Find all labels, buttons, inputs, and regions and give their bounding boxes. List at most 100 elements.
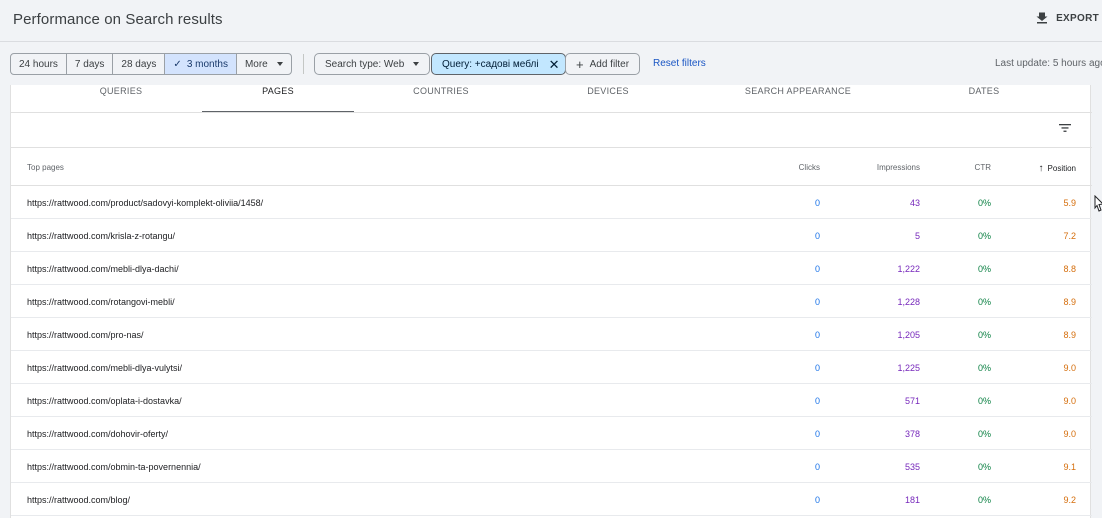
search-type-chip[interactable]: Search type: Web: [314, 53, 431, 75]
query-filter-chip[interactable]: Query: +садові меблі ✕: [431, 53, 567, 75]
reset-filters-link[interactable]: Reset filters: [653, 58, 706, 69]
more-dates-dropdown[interactable]: More: [237, 54, 291, 74]
add-icon: +: [576, 56, 584, 72]
row-position: 9.0: [1063, 363, 1076, 373]
row-position: 8.8: [1063, 264, 1076, 274]
row-clicks: 0: [814, 462, 820, 472]
row-clicks: 0: [814, 495, 820, 505]
row-position: 9.0: [1063, 396, 1076, 406]
last-update-text: Last update: 5 hours ago: [995, 58, 1102, 69]
mouse-cursor-icon: [1094, 195, 1102, 212]
row-url: https://rattwood.com/pro-nas/: [27, 330, 144, 340]
row-url: https://rattwood.com/krisla-z-rotangu/: [27, 231, 176, 241]
table-row[interactable]: https://rattwood.com/blog/ 0 181 0% 9.2: [11, 483, 1092, 516]
row-clicks: 0: [814, 231, 820, 241]
table-row[interactable]: https://rattwood.com/krisla-z-rotangu/ 0…: [11, 219, 1092, 252]
row-ctr: 0%: [977, 396, 991, 406]
row-ctr: 0%: [977, 462, 991, 472]
row-position: 9.1: [1063, 462, 1076, 472]
row-url: https://rattwood.com/blog/: [27, 495, 131, 505]
row-clicks: 0: [814, 297, 820, 307]
export-label: EXPORT: [1056, 12, 1099, 24]
row-ctr: 0%: [977, 297, 991, 307]
close-icon[interactable]: ✕: [549, 58, 560, 71]
column-header-ctr[interactable]: CTR: [975, 163, 991, 172]
row-impressions: 1,222: [897, 264, 920, 274]
column-header-top-pages[interactable]: Top pages: [27, 163, 64, 172]
table-row[interactable]: https://rattwood.com/oplata-i-dostavka/ …: [11, 384, 1092, 417]
column-header-impressions[interactable]: Impressions: [877, 163, 920, 172]
dimension-tabs: QUERIES PAGES COUNTRIES DEVICES SEARCH A…: [11, 85, 1092, 113]
row-impressions: 571: [904, 396, 920, 406]
row-url: https://rattwood.com/mebli-dlya-vulytsi/: [27, 363, 183, 373]
table-filter-row: [11, 113, 1092, 148]
date-range-selector: 24 hours 7 days 28 days ✓ 3 months More: [10, 53, 292, 75]
caret-down-icon: [276, 62, 283, 66]
page-title: Performance on Search results: [13, 11, 223, 28]
caret-down-icon: [413, 62, 420, 66]
row-url: https://rattwood.com/oplata-i-dostavka/: [27, 396, 182, 406]
row-impressions: 5: [914, 231, 920, 241]
row-position: 7.2: [1063, 231, 1076, 241]
row-clicks: 0: [814, 264, 820, 274]
date-range-7-days[interactable]: 7 days: [67, 54, 114, 74]
tab-queries[interactable]: QUERIES: [46, 85, 196, 112]
row-position: 5.9: [1063, 198, 1076, 208]
table-row[interactable]: https://rattwood.com/obmin-ta-povernenni…: [11, 450, 1092, 483]
tab-search-appearance[interactable]: SEARCH APPEARANCE: [723, 85, 873, 112]
column-header-position[interactable]: ↑ Position: [1039, 163, 1076, 174]
row-ctr: 0%: [977, 495, 991, 505]
row-impressions: 43: [909, 198, 920, 208]
row-url: https://rattwood.com/obmin-ta-povernenni…: [27, 462, 201, 472]
table-header: Top pages Clicks Impressions CTR ↑ Positi…: [11, 148, 1092, 186]
filter-bar: 24 hours 7 days 28 days ✓ 3 months More S…: [0, 42, 1102, 84]
row-ctr: 0%: [977, 264, 991, 274]
column-header-clicks[interactable]: Clicks: [799, 163, 820, 172]
row-url: https://rattwood.com/mebli-dlya-dachi/: [27, 264, 179, 274]
row-position: 9.2: [1063, 495, 1076, 505]
table-row[interactable]: https://rattwood.com/mebli-dlya-dachi/ 0…: [11, 252, 1092, 285]
row-position: 8.9: [1063, 297, 1076, 307]
table-row[interactable]: https://rattwood.com/pro-nas/ 0 1,205 0%…: [11, 318, 1092, 351]
row-clicks: 0: [814, 429, 820, 439]
filter-list-icon[interactable]: [1058, 121, 1072, 135]
download-icon: [1036, 12, 1048, 24]
row-impressions: 1,225: [897, 363, 920, 373]
table-row[interactable]: https://rattwood.com/rotangovi-mebli/ 0 …: [11, 285, 1092, 318]
table-row[interactable]: https://rattwood.com/mebli-dlya-vulytsi/…: [11, 351, 1092, 384]
table-row[interactable]: https://rattwood.com/dohovir-oferty/ 0 3…: [11, 417, 1092, 450]
row-url: https://rattwood.com/product/sadovyi-kom…: [27, 198, 264, 208]
row-clicks: 0: [814, 363, 820, 373]
add-filter-button[interactable]: + Add filter: [565, 53, 641, 75]
tab-countries[interactable]: COUNTRIES: [366, 85, 516, 112]
row-clicks: 0: [814, 198, 820, 208]
row-ctr: 0%: [977, 330, 991, 340]
row-impressions: 1,205: [897, 330, 920, 340]
row-position: 8.9: [1063, 330, 1076, 340]
row-ctr: 0%: [977, 429, 991, 439]
table-row[interactable]: https://rattwood.com/product/sadovyi-kom…: [11, 186, 1092, 219]
row-url: https://rattwood.com/rotangovi-mebli/: [27, 297, 175, 307]
row-impressions: 1,228: [897, 297, 920, 307]
row-clicks: 0: [814, 330, 820, 340]
row-ctr: 0%: [977, 231, 991, 241]
tab-pages[interactable]: PAGES: [202, 85, 354, 112]
check-icon: ✓: [173, 58, 182, 70]
tab-dates[interactable]: DATES: [909, 85, 1059, 112]
row-impressions: 378: [904, 429, 920, 439]
row-clicks: 0: [814, 396, 820, 406]
tab-devices[interactable]: DEVICES: [531, 85, 685, 112]
date-range-28-days[interactable]: 28 days: [113, 54, 166, 74]
divider: [303, 54, 304, 74]
row-impressions: 535: [904, 462, 920, 472]
top-bar: Performance on Search results EXPORT: [0, 0, 1102, 42]
row-impressions: 181: [904, 495, 920, 505]
date-range-24-hours[interactable]: 24 hours: [11, 54, 67, 74]
export-button[interactable]: EXPORT: [1036, 12, 1099, 24]
row-ctr: 0%: [977, 363, 991, 373]
row-ctr: 0%: [977, 198, 991, 208]
row-position: 9.0: [1063, 429, 1076, 439]
results-card: QUERIES PAGES COUNTRIES DEVICES SEARCH A…: [10, 85, 1092, 518]
date-range-3-months[interactable]: ✓ 3 months: [165, 54, 237, 74]
row-url: https://rattwood.com/dohovir-oferty/: [27, 429, 169, 439]
